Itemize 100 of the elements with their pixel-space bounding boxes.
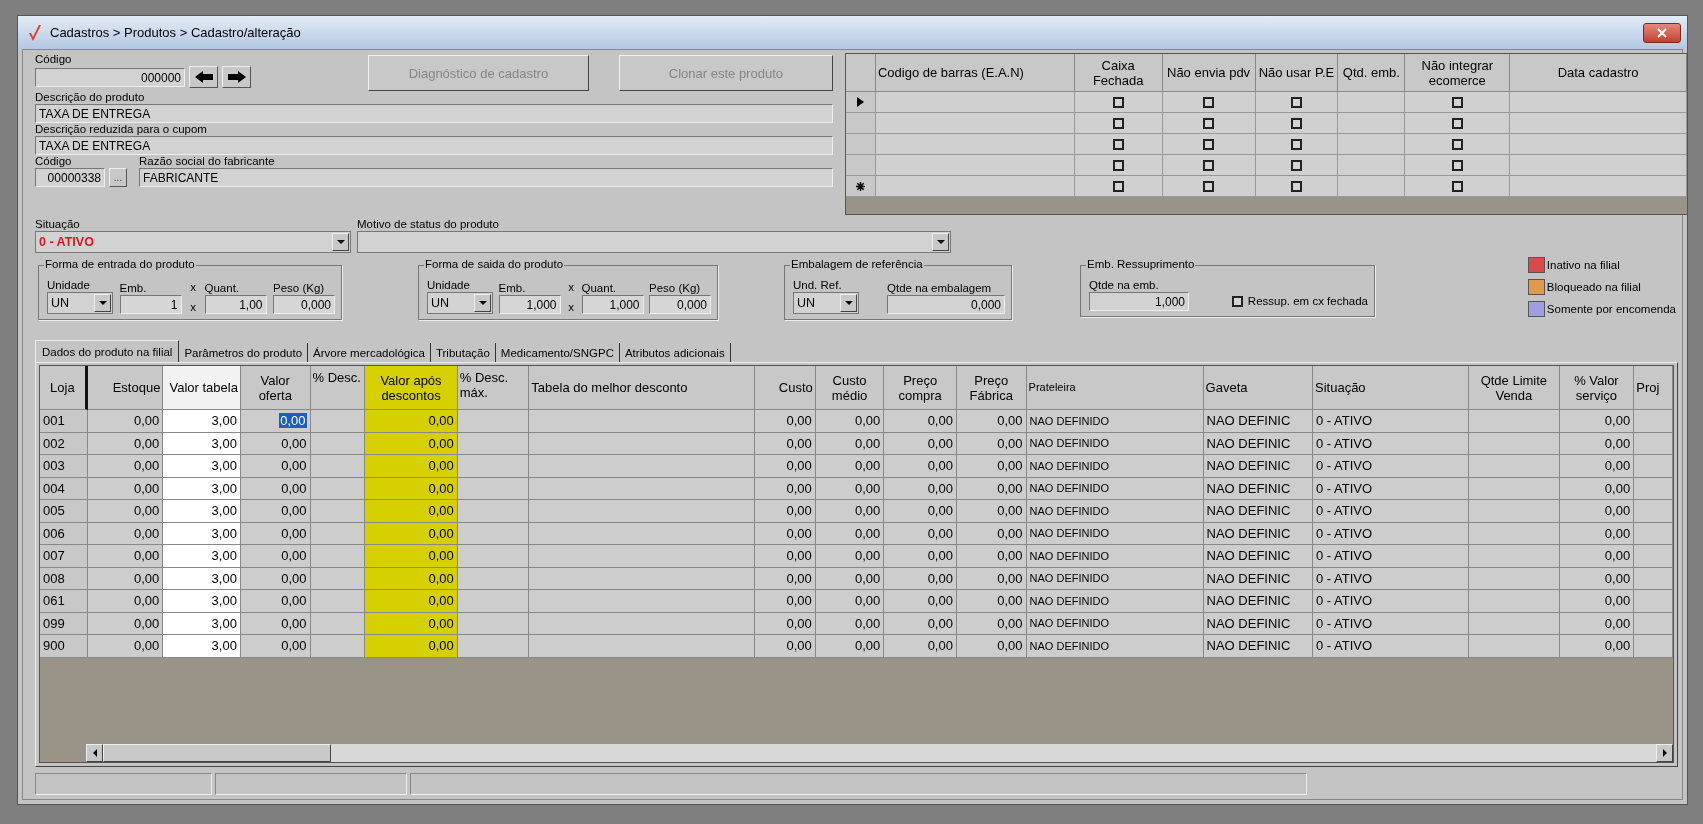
maker-field[interactable]: FABRICANTE — [139, 168, 833, 187]
column-header[interactable]: % Desc. — [310, 366, 366, 410]
column-header[interactable]: Custo — [755, 366, 816, 410]
checkbox[interactable] — [1112, 159, 1124, 171]
grid-cell[interactable] — [1074, 155, 1163, 176]
checkbox[interactable] — [1231, 295, 1243, 307]
column-header[interactable]: % Valor serviço — [1559, 366, 1635, 410]
checkbox[interactable] — [1112, 117, 1124, 129]
table-cell[interactable]: 0,00 — [240, 590, 311, 613]
description-field[interactable]: TAXA DE ENTREGA — [35, 104, 833, 123]
scroll-right-button[interactable] — [1656, 744, 1673, 762]
grid-cell[interactable] — [1510, 176, 1687, 197]
grid-cell[interactable] — [875, 155, 1075, 176]
grid-cell[interactable] — [1338, 134, 1406, 155]
table-cell[interactable]: 0,00 — [240, 545, 311, 568]
grid-cell[interactable] — [875, 92, 1075, 113]
table-cell[interactable]: 0,00 — [240, 500, 311, 523]
grid-cell[interactable] — [1255, 113, 1339, 134]
grid-cell[interactable] — [1162, 134, 1256, 155]
column-header[interactable]: Valor oferta — [240, 366, 311, 410]
grid-cell[interactable] — [1162, 113, 1256, 134]
close-button[interactable] — [1643, 22, 1681, 43]
short-description-field[interactable]: TAXA DE ENTREGA — [35, 136, 833, 155]
number-field[interactable]: 1,000 — [581, 295, 644, 314]
tab[interactable]: Dados do produto na filial — [35, 340, 180, 362]
checkbox[interactable] — [1451, 159, 1463, 171]
table-cell[interactable]: 0,00 — [240, 455, 311, 478]
grid-cell[interactable] — [1162, 176, 1256, 197]
grid-cell[interactable] — [1405, 176, 1511, 197]
grid-cell[interactable] — [875, 113, 1075, 134]
grid-cell[interactable] — [1510, 134, 1687, 155]
checkbox[interactable] — [1290, 117, 1302, 129]
column-header[interactable]: Qtde Limite Venda — [1469, 366, 1560, 410]
grid-cell[interactable] — [1074, 113, 1163, 134]
column-header[interactable]: Gaveta — [1203, 366, 1313, 410]
checkbox[interactable] — [1112, 138, 1124, 150]
grid-cell[interactable] — [1255, 134, 1339, 155]
column-header[interactable]: Valor tabela — [163, 366, 241, 410]
checkbox[interactable] — [1290, 159, 1302, 171]
column-header[interactable]: Preço Fábrica — [957, 366, 1027, 410]
grid-cell[interactable] — [1162, 92, 1256, 113]
checkbox[interactable] — [1290, 96, 1302, 108]
number-field[interactable]: 1,000 — [1089, 292, 1189, 311]
checkbox[interactable] — [1203, 159, 1215, 171]
column-header[interactable]: Prateleira — [1026, 366, 1204, 410]
column-header[interactable]: Loja — [40, 366, 88, 410]
checkbox[interactable] — [1203, 117, 1215, 129]
horizontal-scrollbar[interactable] — [86, 744, 1673, 762]
column-header[interactable]: Tabela do melhor desconto — [529, 366, 756, 410]
unit-select[interactable]: UN — [47, 292, 113, 314]
lookup-button[interactable]: ... — [109, 168, 127, 187]
grid-cell[interactable] — [1074, 176, 1163, 197]
grid-cell[interactable] — [1338, 155, 1406, 176]
number-field[interactable]: 1,00 — [204, 295, 267, 314]
grid-cell[interactable] — [1510, 92, 1687, 113]
scroll-left-button[interactable] — [86, 744, 103, 762]
dropdown-button[interactable] — [332, 233, 349, 251]
column-header[interactable]: Situação — [1313, 366, 1470, 410]
column-header[interactable]: Preço compra — [884, 366, 957, 410]
previous-button[interactable] — [189, 66, 218, 88]
dropdown-button[interactable] — [840, 294, 857, 312]
grid-cell[interactable] — [1255, 155, 1339, 176]
maker-code-field[interactable]: 00000338 — [35, 168, 105, 187]
checkbox[interactable] — [1203, 138, 1215, 150]
number-field[interactable]: 0,000 — [649, 295, 711, 314]
checkbox[interactable] — [1203, 96, 1215, 108]
column-header[interactable]: Proj — [1634, 366, 1673, 410]
grid-cell[interactable] — [1255, 176, 1339, 197]
number-field[interactable]: 1,000 — [498, 295, 561, 314]
table-cell[interactable]: 0,00 — [240, 635, 311, 658]
row-header[interactable] — [846, 176, 876, 197]
grid-cell[interactable] — [1510, 113, 1687, 134]
grid-cell[interactable] — [1074, 134, 1163, 155]
column-header[interactable]: Custo médio — [815, 366, 885, 410]
number-field[interactable]: 0,000 — [887, 295, 1005, 314]
number-field[interactable]: 1 — [119, 295, 182, 314]
checkbox[interactable] — [1451, 138, 1463, 150]
grid-cell[interactable] — [1338, 92, 1406, 113]
grid-cell[interactable] — [875, 134, 1075, 155]
grid-cell[interactable] — [1338, 176, 1406, 197]
checkbox[interactable] — [1451, 117, 1463, 129]
row-header[interactable] — [846, 92, 876, 113]
grid-cell[interactable] — [1074, 92, 1163, 113]
scroll-thumb[interactable] — [103, 744, 331, 762]
number-field[interactable]: 0,000 — [273, 295, 335, 314]
unit-select[interactable]: UN — [427, 292, 493, 314]
grid-cell[interactable] — [1405, 134, 1511, 155]
column-header[interactable]: % Desc. máx. — [457, 366, 530, 410]
dropdown-button[interactable] — [474, 294, 491, 312]
grid-cell[interactable] — [1405, 92, 1511, 113]
column-header[interactable]: Valor após descontos — [365, 366, 458, 410]
checkbox[interactable] — [1290, 138, 1302, 150]
grid-cell[interactable] — [1405, 155, 1511, 176]
grid-cell[interactable] — [1162, 155, 1256, 176]
grid-cell[interactable] — [875, 176, 1075, 197]
grid-cell[interactable] — [1338, 113, 1406, 134]
checkbox[interactable] — [1112, 180, 1124, 192]
next-button[interactable] — [222, 66, 251, 88]
checkbox[interactable] — [1451, 96, 1463, 108]
column-header[interactable]: Estoque — [87, 366, 164, 410]
